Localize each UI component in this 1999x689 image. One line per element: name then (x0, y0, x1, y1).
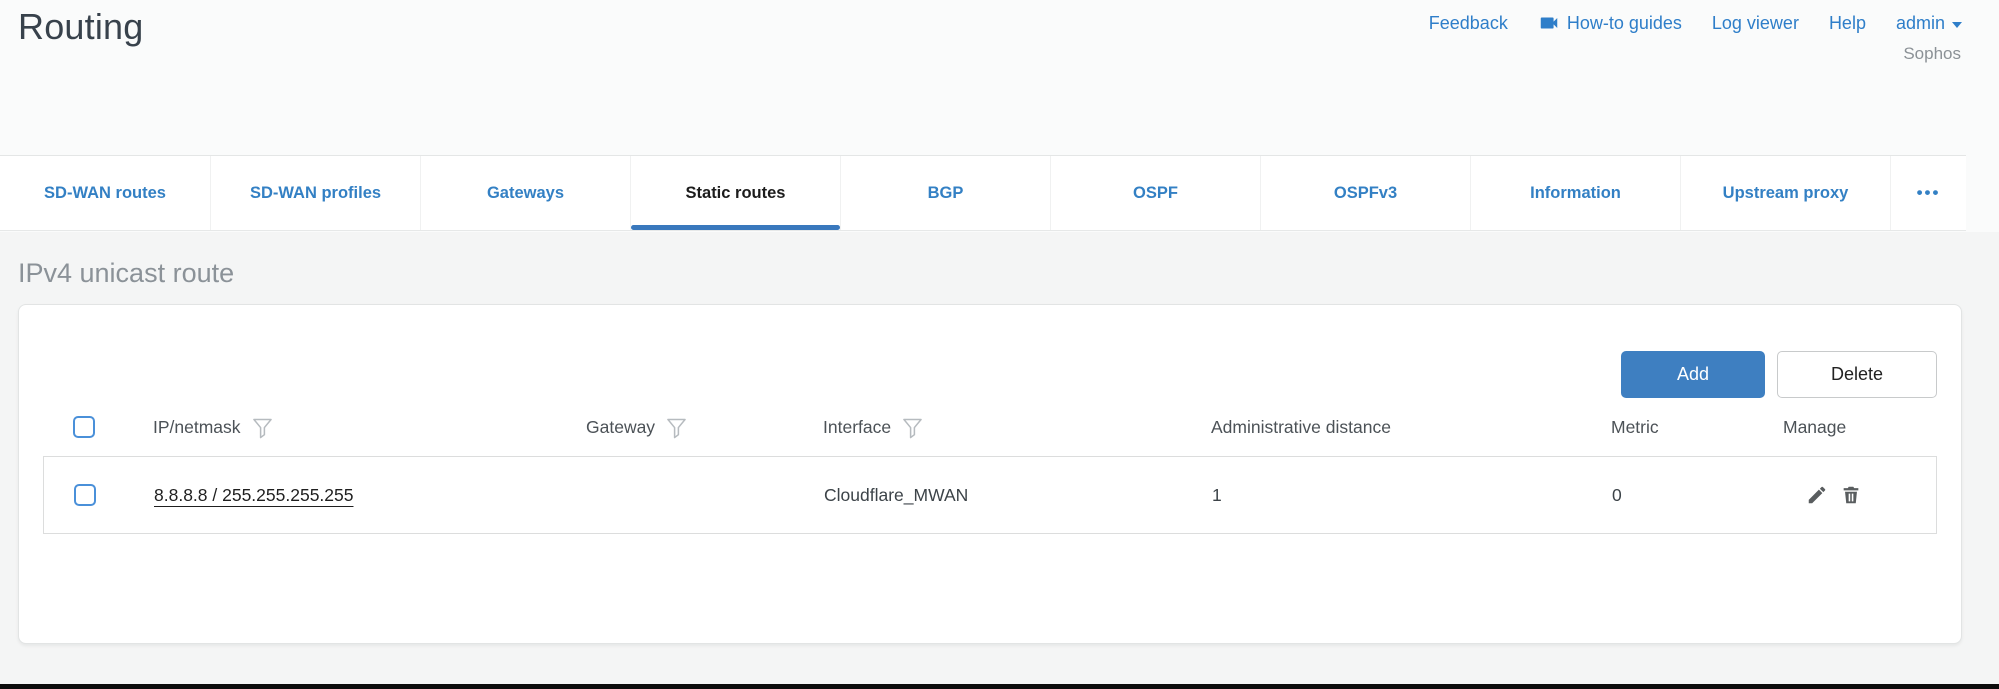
tab-gateways[interactable]: Gateways (420, 156, 630, 230)
video-camera-icon (1538, 12, 1560, 34)
help-link[interactable]: Help (1829, 13, 1866, 34)
funnel-filter-icon[interactable] (253, 414, 272, 440)
pencil-icon[interactable] (1806, 484, 1828, 506)
column-gateway: Gateway (586, 414, 823, 440)
tab-information[interactable]: Information (1470, 156, 1680, 230)
brand-label: Sophos (1903, 44, 1961, 64)
chevron-down-icon (1951, 13, 1963, 34)
administrative-distance-cell: 1 (1212, 485, 1612, 506)
funnel-filter-icon[interactable] (667, 414, 686, 440)
trash-icon[interactable] (1840, 484, 1862, 506)
feedback-link[interactable]: Feedback (1429, 13, 1508, 34)
column-administrative-distance: Administrative distance (1211, 417, 1611, 438)
tab-sd-wan-profiles[interactable]: SD-WAN profiles (210, 156, 420, 230)
screen-bottom-edge (0, 684, 1999, 689)
header-links: Feedback How-to guides Log viewer Help a… (1429, 12, 1963, 34)
add-button[interactable]: Add (1621, 351, 1765, 398)
route-link[interactable]: 8.8.8.8 / 255.255.255.255 (154, 485, 353, 505)
funnel-filter-icon[interactable] (903, 414, 922, 440)
select-all-checkbox[interactable] (73, 416, 95, 438)
page-title: Routing (18, 6, 143, 48)
tabs-overflow-button[interactable]: ••• (1890, 156, 1966, 230)
delete-button[interactable]: Delete (1777, 351, 1937, 398)
tab-static-routes[interactable]: Static routes (630, 156, 840, 230)
admin-user-menu[interactable]: admin (1896, 13, 1963, 34)
log-viewer-link[interactable]: Log viewer (1712, 13, 1799, 34)
table-row: 8.8.8.8 / 255.255.255.255 Cloudflare_MWA… (43, 456, 1937, 534)
tab-bar: SD-WAN routes SD-WAN profiles Gateways S… (0, 155, 1966, 231)
tab-ospfv3[interactable]: OSPFv3 (1260, 156, 1470, 230)
select-all-cell (43, 416, 153, 438)
howto-guides-link[interactable]: How-to guides (1538, 12, 1682, 34)
manage-cell (1784, 484, 1936, 506)
column-metric: Metric (1611, 417, 1783, 438)
table-toolbar: Add Delete (43, 351, 1937, 398)
tab-bgp[interactable]: BGP (840, 156, 1050, 230)
content-area: IPv4 unicast route Add Delete IP/netmask… (0, 232, 1999, 689)
tab-ospf[interactable]: OSPF (1050, 156, 1260, 230)
row-checkbox[interactable] (74, 484, 96, 506)
column-interface: Interface (823, 414, 1211, 440)
routes-card: Add Delete IP/netmask Gateway Interfac (18, 304, 1962, 644)
tab-sd-wan-routes[interactable]: SD-WAN routes (0, 156, 210, 230)
column-ip-netmask: IP/netmask (153, 414, 586, 440)
ip-netmask-cell: 8.8.8.8 / 255.255.255.255 (154, 485, 587, 506)
row-select-cell (44, 484, 154, 506)
page-header: Routing Feedback How-to guides Log viewe… (0, 0, 1999, 155)
interface-cell: Cloudflare_MWAN (824, 485, 1212, 506)
column-manage: Manage (1783, 417, 1937, 438)
section-title: IPv4 unicast route (18, 258, 1999, 289)
tab-upstream-proxy[interactable]: Upstream proxy (1680, 156, 1890, 230)
metric-cell: 0 (1612, 485, 1784, 506)
table-header-row: IP/netmask Gateway Interface Administrat… (43, 398, 1937, 456)
